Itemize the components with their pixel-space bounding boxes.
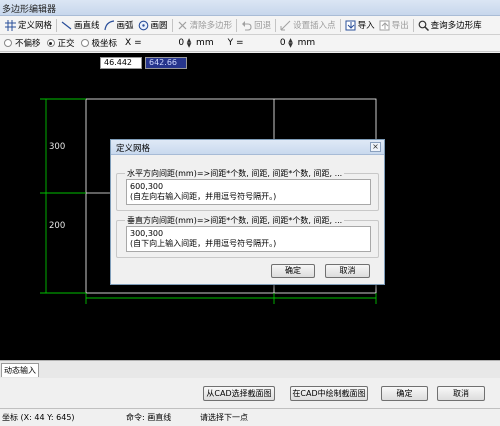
dialog-ok-button[interactable]: 确定 [271, 264, 315, 278]
draw-arc-button[interactable]: 画弧 [102, 17, 136, 34]
export-icon [379, 20, 390, 31]
dialog-cancel-button[interactable]: 取消 [325, 264, 370, 278]
main-toolbar: 定义网格 画直线 画弧 画圆 清除多边形 回退 设置插入点 导入 导出 查询多边… [0, 16, 500, 35]
insert-point-icon [280, 20, 291, 31]
dynamic-y-input[interactable]: 642.66 [145, 57, 187, 69]
define-grid-button[interactable]: 定义网格 [3, 17, 54, 34]
import-button[interactable]: 导入 [343, 17, 377, 34]
dynamic-x-input[interactable]: 46.442 [100, 57, 142, 69]
no-offset-radio[interactable] [4, 39, 12, 47]
search-icon [418, 20, 429, 31]
confirm-button[interactable]: 确定 [381, 386, 428, 401]
define-grid-dialog: 定义网格 × 水平方向间距(mm)=>间距*个数, 间距, 间距*个数, 间距,… [110, 139, 385, 285]
status-bar: 坐标 (X: 44 Y: 645) 命令: 画直线 请选择下一点 [0, 408, 500, 426]
line-icon [61, 20, 72, 31]
undo-button[interactable]: 回退 [239, 17, 273, 34]
horizontal-spacing-group: 水平方向间距(mm)=>间距*个数, 间距, 间距*个数, 间距, ... 60… [116, 168, 379, 211]
cancel-button[interactable]: 取消 [437, 386, 485, 401]
mode-orthogonal[interactable]: 正交 [46, 37, 75, 49]
query-polygon-library-button[interactable]: 查询多边形库 [416, 17, 484, 34]
input-tabs: 动态输入 [0, 360, 500, 378]
y-spinner[interactable]: ▲ ▼ [288, 37, 294, 49]
clear-icon [177, 20, 188, 31]
tab-dynamic-input[interactable]: 动态输入 [1, 363, 39, 377]
select-from-cad-button[interactable]: 从CAD选择截面图 [203, 386, 275, 401]
status-coordinates: 坐标 (X: 44 Y: 645) [2, 413, 75, 422]
draw-circle-button[interactable]: 画圆 [136, 17, 170, 34]
dialog-titlebar: 定义网格 × [111, 140, 384, 155]
x-label: X = [125, 38, 142, 48]
draw-line-button[interactable]: 画直线 [59, 17, 102, 34]
y-unit: mm [297, 38, 316, 48]
x-spinner[interactable]: ▲ ▼ [186, 37, 192, 49]
coordinate-bar: 不偏移 正交 极坐标 X = 0 ▲ ▼ mm Y = 0 ▲ ▼ mm [0, 35, 500, 52]
window-title: 多边形编辑器 [2, 5, 57, 15]
dimension-label-upper: 300 [49, 142, 66, 152]
vertical-spacing-textarea[interactable]: 300,300 (自下向上输入间距，并用逗号符号隔开。) [126, 226, 371, 252]
mode-polar[interactable]: 极坐标 [80, 37, 117, 49]
arc-icon [103, 19, 115, 31]
status-command: 命令: 画直线 [126, 413, 172, 422]
import-icon [345, 20, 356, 31]
window-titlebar: 多边形编辑器 [0, 0, 500, 16]
undo-icon [241, 20, 252, 31]
x-value[interactable]: 0 [172, 38, 184, 48]
mode-no-offset[interactable]: 不偏移 [4, 37, 41, 49]
draw-in-cad-button[interactable]: 在CAD中绘制截面图 [290, 386, 368, 401]
orthogonal-radio[interactable] [46, 39, 55, 47]
circle-icon [138, 20, 149, 31]
vertical-spacing-group: 垂直方向间距(mm)=>间距*个数, 间距, 间距*个数, 间距, ... 30… [116, 215, 379, 258]
close-icon[interactable]: × [370, 142, 381, 152]
grid-icon [5, 19, 16, 31]
export-button[interactable]: 导出 [377, 17, 411, 34]
status-prompt: 请选择下一点 [200, 413, 248, 422]
horizontal-spacing-textarea[interactable]: 600,300 (自左向右输入间距，并用逗号符号隔开。) [126, 179, 371, 205]
horizontal-spacing-label: 水平方向间距(mm)=>间距*个数, 间距, 间距*个数, 间距, ... [125, 168, 345, 179]
y-label: Y = [227, 38, 244, 48]
vertical-spacing-label: 垂直方向间距(mm)=>间距*个数, 间距, 间距*个数, 间距, ... [125, 215, 345, 226]
dimension-label-lower: 200 [49, 221, 66, 231]
dialog-title: 定义网格 [116, 144, 151, 154]
bottom-action-bar: 从CAD选择截面图 在CAD中绘制截面图 确定 取消 [0, 378, 500, 408]
y-value[interactable]: 0 [274, 38, 286, 48]
x-unit: mm [196, 38, 214, 48]
polar-radio[interactable] [80, 39, 89, 47]
clear-polygon-button[interactable]: 清除多边形 [175, 17, 235, 34]
set-insert-point-button[interactable]: 设置插入点 [278, 17, 338, 34]
